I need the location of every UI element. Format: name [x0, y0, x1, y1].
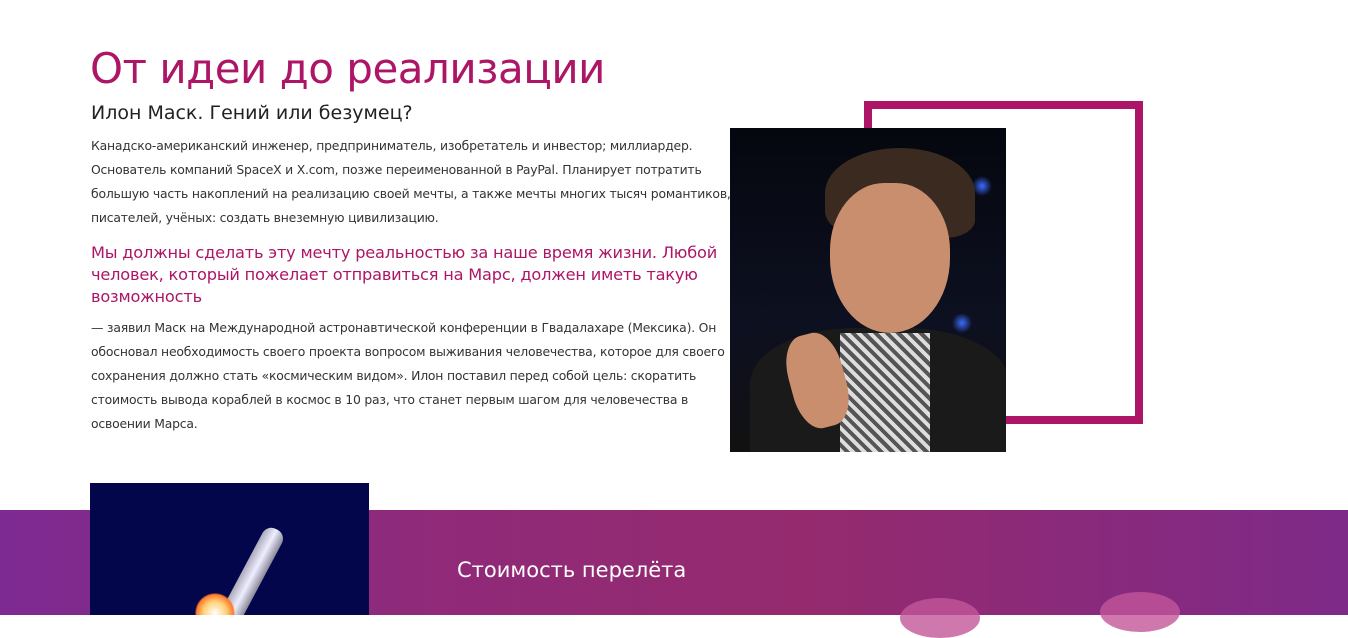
elon-musk-photo: [730, 128, 1006, 452]
quote: Мы должны сделать эту мечту реальностью …: [91, 243, 718, 306]
intro-paragraph: Канадско-американский инженер, предприни…: [91, 138, 731, 225]
rocket-image: [90, 483, 369, 615]
page-title: От идеи до реализации: [90, 44, 605, 93]
after-quote-paragraph: — заявил Маск на Международной астронавт…: [91, 320, 725, 431]
text-column: Канадско-американский инженер, предприни…: [91, 134, 751, 436]
section-subtitle: Илон Маск. Гений или безумец?: [91, 102, 413, 124]
cost-section-title: Стоимость перелёта: [457, 558, 687, 582]
